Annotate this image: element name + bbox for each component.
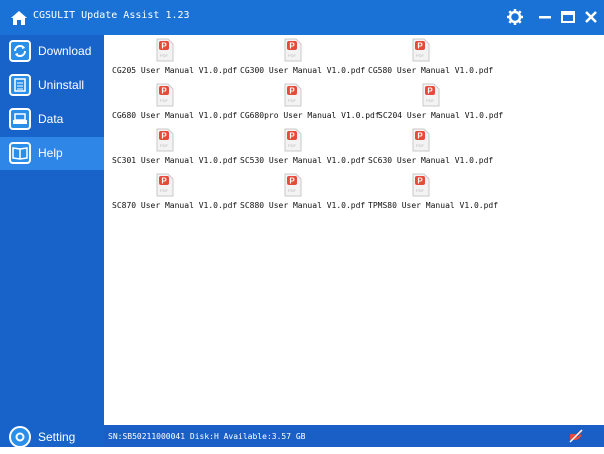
file-item[interactable]: P PDF SC204 User Manual V1.0.pdf	[370, 83, 503, 125]
svg-text:P: P	[417, 132, 423, 141]
gear-icon[interactable]	[505, 7, 525, 27]
sidebar-item-label: Help	[38, 146, 63, 160]
pdf-file-icon: P PDF	[284, 38, 302, 62]
file-item[interactable]: P PDF CG205 User Manual V1.0.pdf	[104, 38, 237, 80]
status-bar: SN:SB50211000041 Disk:H Available:3.57 G…	[104, 425, 604, 447]
file-item[interactable]: P PDF CG300 User Manual V1.0.pdf	[232, 38, 365, 80]
file-name: CG680 User Manual V1.0.pdf	[112, 111, 238, 120]
file-name: SC870 User Manual V1.0.pdf	[112, 201, 238, 210]
svg-text:P: P	[289, 42, 295, 51]
home-icon[interactable]	[10, 9, 28, 27]
file-name: CG300 User Manual V1.0.pdf	[240, 66, 366, 75]
svg-text:PDF: PDF	[160, 188, 169, 193]
svg-text:PDF: PDF	[288, 143, 297, 148]
file-name: CG680pro User Manual V1.0.pdf	[240, 111, 380, 120]
close-icon[interactable]	[581, 7, 601, 27]
file-name: SC630 User Manual V1.0.pdf	[368, 156, 494, 165]
svg-text:P: P	[161, 42, 167, 51]
pdf-file-icon: P PDF	[412, 173, 430, 197]
file-name: SC880 User Manual V1.0.pdf	[240, 201, 366, 210]
svg-text:PDF: PDF	[416, 143, 425, 148]
file-name: TPMS80 User Manual V1.0.pdf	[368, 201, 499, 210]
sidebar-item-setting[interactable]: Setting	[0, 421, 104, 454]
svg-text:PDF: PDF	[160, 143, 169, 148]
list-icon	[9, 74, 31, 96]
title-bar: CGSULIT Update Assist 1.23	[0, 0, 604, 35]
pdf-file-icon: P PDF	[422, 83, 440, 107]
svg-text:PDF: PDF	[416, 188, 425, 193]
svg-text:P: P	[289, 132, 295, 141]
svg-text:PDF: PDF	[288, 188, 297, 193]
sidebar: Download Uninstall Data Help Setting	[0, 35, 104, 448]
sidebar-item-uninstall[interactable]: Uninstall	[0, 69, 104, 102]
svg-text:PDF: PDF	[426, 98, 435, 103]
book-icon	[9, 142, 31, 164]
pdf-file-icon: P PDF	[156, 173, 174, 197]
svg-text:P: P	[417, 42, 423, 51]
svg-text:PDF: PDF	[288, 53, 297, 58]
svg-text:P: P	[417, 177, 423, 186]
pdf-file-icon: P PDF	[412, 128, 430, 152]
file-item[interactable]: P PDF SC630 User Manual V1.0.pdf	[360, 128, 493, 170]
sidebar-item-label: Setting	[38, 430, 76, 444]
sidebar-item-label: Download	[38, 44, 92, 58]
sidebar-item-label: Data	[38, 112, 64, 126]
svg-text:P: P	[427, 87, 433, 96]
file-item[interactable]: P PDF SC530 User Manual V1.0.pdf	[232, 128, 365, 170]
svg-text:PDF: PDF	[288, 98, 297, 103]
minimize-icon[interactable]	[535, 7, 555, 27]
gear-icon	[9, 426, 31, 448]
file-name: SC204 User Manual V1.0.pdf	[378, 111, 504, 120]
disconnect-plug-icon[interactable]	[568, 428, 584, 444]
file-name: SC530 User Manual V1.0.pdf	[240, 156, 366, 165]
svg-text:P: P	[161, 177, 167, 186]
svg-text:PDF: PDF	[160, 53, 169, 58]
svg-text:P: P	[161, 132, 167, 141]
refresh-icon	[9, 40, 31, 62]
file-name: CG205 User Manual V1.0.pdf	[112, 66, 238, 75]
file-item[interactable]: P PDF TPMS80 User Manual V1.0.pdf	[360, 173, 498, 215]
svg-text:P: P	[289, 87, 295, 96]
file-item[interactable]: P PDF SC880 User Manual V1.0.pdf	[232, 173, 365, 215]
file-item[interactable]: P PDF CG680 User Manual V1.0.pdf	[104, 83, 237, 125]
pdf-file-icon: P PDF	[412, 38, 430, 62]
svg-text:P: P	[289, 177, 295, 186]
svg-text:PDF: PDF	[160, 98, 169, 103]
pdf-file-icon: P PDF	[156, 38, 174, 62]
file-item[interactable]: P PDF SC870 User Manual V1.0.pdf	[104, 173, 237, 215]
pdf-file-icon: P PDF	[156, 83, 174, 107]
maximize-icon[interactable]	[558, 7, 578, 27]
printer-icon	[9, 108, 31, 130]
sidebar-item-help[interactable]: Help	[0, 137, 104, 170]
sidebar-item-data[interactable]: Data	[0, 103, 104, 136]
file-name: SC301 User Manual V1.0.pdf	[112, 156, 238, 165]
file-grid: P PDF CG205 User Manual V1.0.pdf P PDF CG3…	[104, 35, 604, 425]
pdf-file-icon: P PDF	[284, 83, 302, 107]
file-item[interactable]: P PDF SC301 User Manual V1.0.pdf	[104, 128, 237, 170]
device-status-text: SN:SB50211000041 Disk:H Available:3.57 G…	[108, 432, 306, 441]
svg-text:PDF: PDF	[416, 53, 425, 58]
pdf-file-icon: P PDF	[284, 128, 302, 152]
pdf-file-icon: P PDF	[156, 128, 174, 152]
file-item[interactable]: P PDF CG680pro User Manual V1.0.pdf	[232, 83, 380, 125]
svg-text:P: P	[161, 87, 167, 96]
pdf-file-icon: P PDF	[284, 173, 302, 197]
window-title: CGSULIT Update Assist 1.23	[33, 10, 190, 21]
sidebar-item-download[interactable]: Download	[0, 35, 104, 68]
file-item[interactable]: P PDF CG580 User Manual V1.0.pdf	[360, 38, 493, 80]
sidebar-item-label: Uninstall	[38, 78, 85, 92]
file-name: CG580 User Manual V1.0.pdf	[368, 66, 494, 75]
